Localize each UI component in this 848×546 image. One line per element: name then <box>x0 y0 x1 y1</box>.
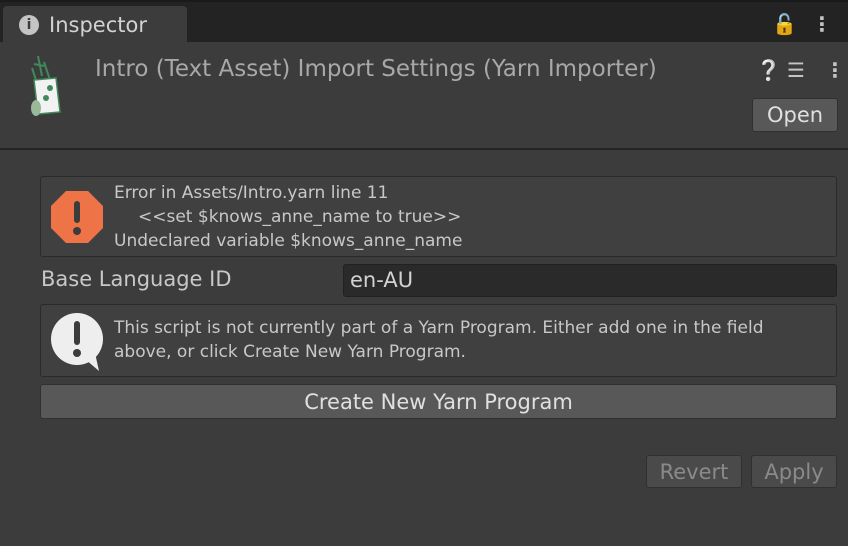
error-box: Error in Assets/Intro.yarn line 11 <<set… <box>40 176 837 257</box>
tab-label: Inspector <box>49 13 147 37</box>
tab-bar: i Inspector 🔓 ⋮ <box>0 0 848 44</box>
base-language-label: Base Language ID <box>41 267 232 291</box>
lock-icon[interactable]: 🔓 <box>772 12 797 36</box>
yarn-asset-icon <box>31 56 61 116</box>
info-text: This script is not currently part of a Y… <box>114 318 764 362</box>
header-title: Intro (Text Asset) Import Settings (Yarn… <box>95 56 657 82</box>
settings-sliders-icon[interactable]: ☰ <box>787 58 805 82</box>
info-speech-icon <box>51 313 103 371</box>
error-line: <<set $knows_anne_name to true>> <box>138 207 462 227</box>
help-icon[interactable]: ❔ <box>756 58 781 82</box>
info-box: This script is not currently part of a Y… <box>40 304 837 377</box>
revert-button[interactable]: Revert <box>646 455 742 488</box>
error-line: Error in Assets/Intro.yarn line 11 <box>114 183 389 203</box>
error-icon <box>51 191 103 243</box>
open-button[interactable]: Open <box>752 98 838 132</box>
inspector-header: Intro (Text Asset) Import Settings (Yarn… <box>0 42 848 150</box>
more-icon[interactable]: ⋮ <box>825 58 845 82</box>
more-icon[interactable]: ⋮ <box>812 12 832 36</box>
apply-button[interactable]: Apply <box>751 455 837 488</box>
tab-inspector[interactable]: i Inspector <box>3 6 187 44</box>
error-line: Undeclared variable $knows_anne_name <box>114 231 463 251</box>
base-language-input[interactable]: en-AU <box>343 264 837 297</box>
create-new-yarn-program-button[interactable]: Create New Yarn Program <box>40 384 837 419</box>
info-icon: i <box>19 15 39 35</box>
